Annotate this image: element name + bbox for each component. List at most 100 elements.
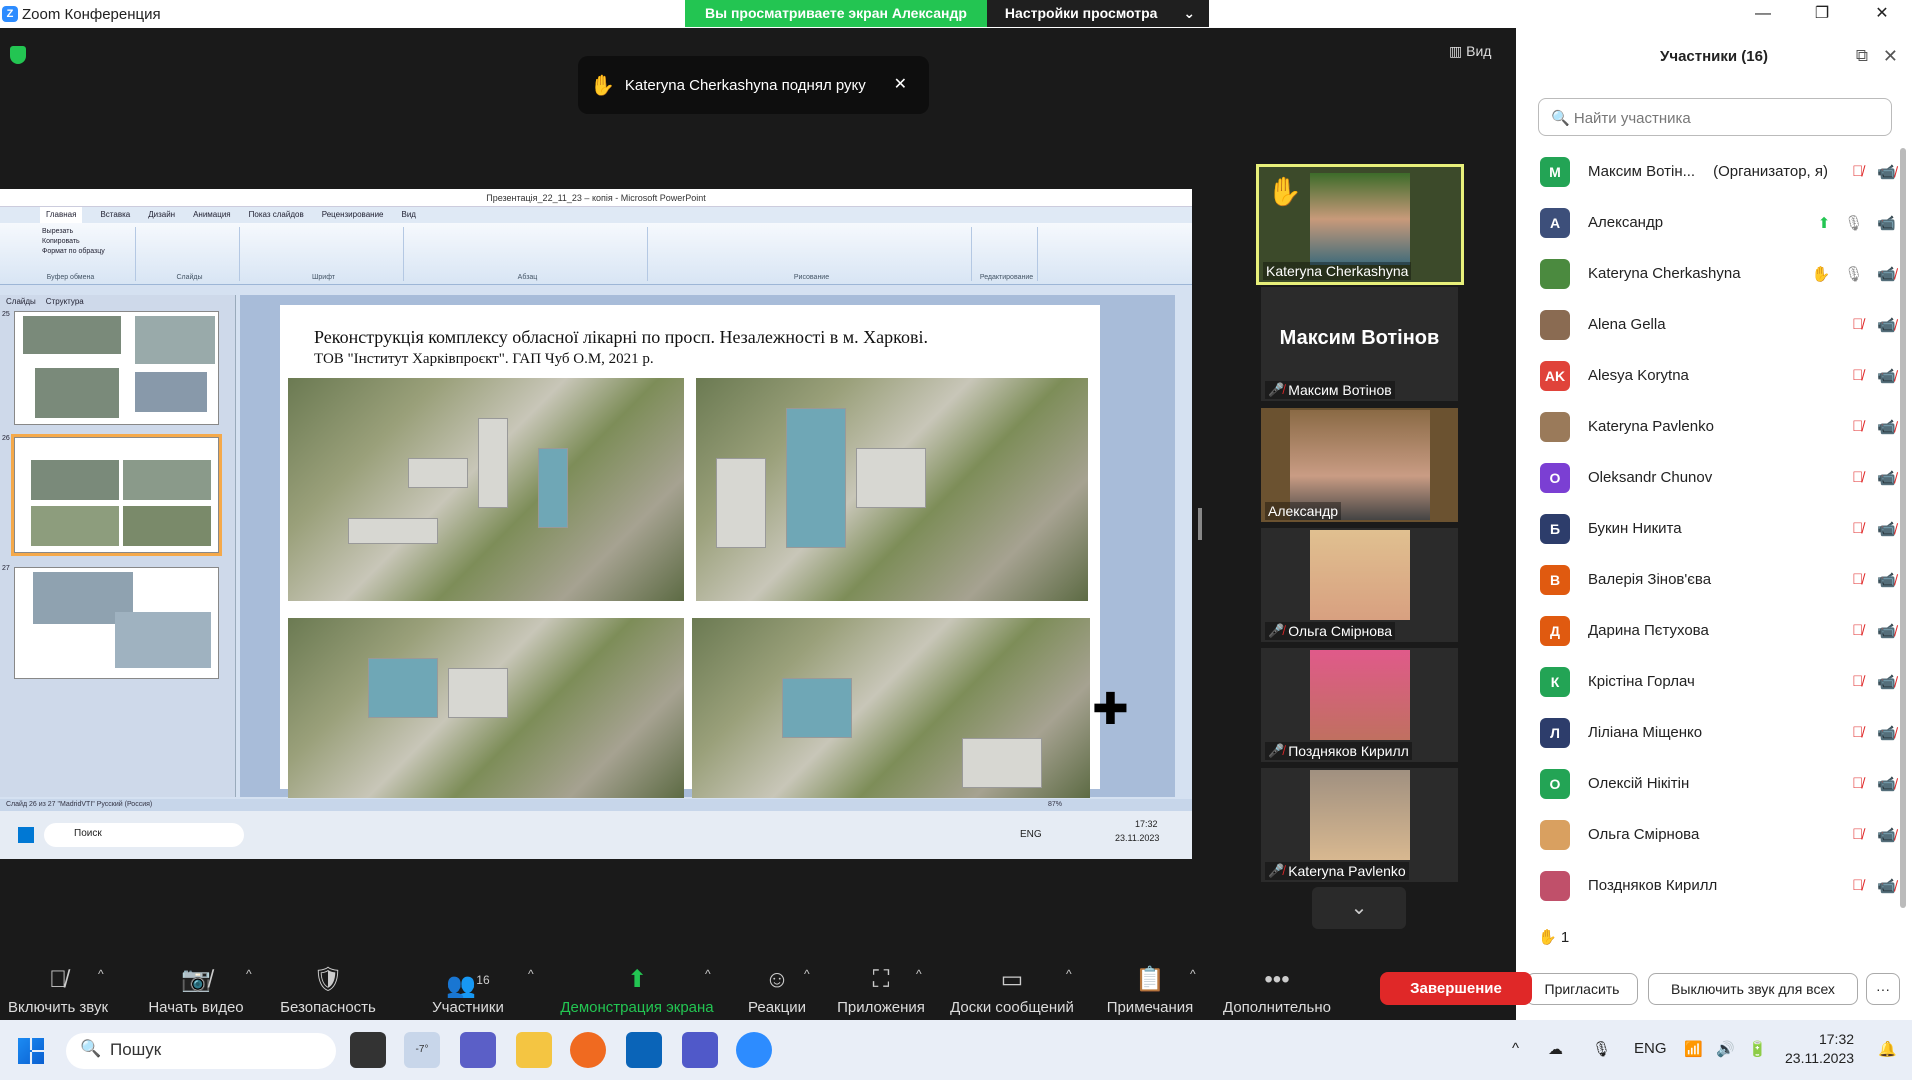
pop-out-icon[interactable]: ⧉: [1856, 46, 1868, 66]
tray-chevron-icon[interactable]: ^: [1512, 1040, 1519, 1057]
participant-row[interactable]: К Крістіна Горлач 🎙̸ 📹̸: [1516, 656, 1896, 707]
more-button[interactable]: ••• Дополнительно: [1218, 965, 1336, 1016]
participant-video: [1310, 173, 1410, 265]
reactions-options-caret[interactable]: ^: [804, 967, 810, 981]
close-panel-icon[interactable]: ✕: [1883, 46, 1898, 67]
participants-button[interactable]: 👥16 Участники: [420, 965, 516, 1016]
participant-row[interactable]: Поздняков Кирилл 🎙̸ 📹̸: [1516, 860, 1896, 911]
maximize-button[interactable]: ❐: [1792, 0, 1852, 28]
slide-thumbnail[interactable]: [14, 567, 219, 679]
pane-tab-slides[interactable]: Слайды: [6, 297, 36, 306]
share-screen-button[interactable]: ⬆ Демонстрация экрана: [556, 965, 718, 1016]
more-options-button[interactable]: ···: [1866, 973, 1900, 1005]
minimize-button[interactable]: —: [1733, 0, 1793, 28]
pane-tab-outline[interactable]: Структура: [46, 297, 84, 306]
weather-icon[interactable]: -7°: [404, 1032, 440, 1068]
video-tile[interactable]: 🎤̸ Поздняков Кирилл: [1261, 648, 1458, 762]
taskbar-search[interactable]: 🔍 Пошук: [66, 1033, 336, 1069]
tray-lang[interactable]: ENG: [1634, 1040, 1667, 1057]
apps-options-caret[interactable]: ^: [916, 967, 922, 981]
participants-options-caret[interactable]: ^: [528, 967, 534, 981]
video-tile[interactable]: 🎤̸ Kateryna Pavlenko: [1261, 768, 1458, 882]
unmute-button[interactable]: 🎙̸ Включить звук: [4, 965, 112, 1016]
video-off-icon: 📹̸: [1877, 469, 1896, 487]
file-explorer-icon[interactable]: [516, 1032, 552, 1068]
participant-row[interactable]: Б Букин Никита 🎙̸ 📹̸: [1516, 503, 1896, 554]
security-button[interactable]: 🛡 Безопасность: [278, 965, 378, 1016]
microphone-icon[interactable]: 🎙: [1592, 1040, 1611, 1058]
raised-hand-icon: ✋: [1538, 929, 1557, 946]
participant-row[interactable]: Kateryna Pavlenko 🎙̸ 📹̸: [1516, 401, 1896, 452]
participant-row[interactable]: М Максим Вотін... (Организатор, я) 🎙̸ 📹̸: [1516, 146, 1896, 197]
video-tile[interactable]: Александр: [1261, 408, 1458, 522]
windows-start-icon[interactable]: [18, 1038, 44, 1064]
slide-thumbnail-selected[interactable]: [11, 434, 222, 556]
slide-thumbnail[interactable]: [14, 311, 219, 425]
share-options-caret[interactable]: ^: [705, 967, 711, 981]
participant-row[interactable]: AK Alesya Korytna 🎙̸ 📹̸: [1516, 350, 1896, 401]
view-button[interactable]: ▥ Вид: [1449, 43, 1491, 60]
zoom-taskbar-icon[interactable]: [736, 1032, 772, 1068]
notes-button[interactable]: 📋 Примечания: [1102, 965, 1198, 1016]
apps-label: Приложения: [837, 999, 925, 1016]
onedrive-icon[interactable]: ☁: [1548, 1040, 1563, 1058]
firefox-icon[interactable]: [570, 1032, 606, 1068]
end-meeting-button[interactable]: Завершение: [1380, 972, 1532, 1005]
ribbon-group-label: Редактирование: [979, 274, 1034, 281]
video-tile[interactable]: Максим Вотінов 🎤̸ Максим Вотінов: [1261, 287, 1458, 401]
wifi-icon[interactable]: 📶: [1684, 1040, 1703, 1058]
participant-list-scrollbar[interactable]: [1900, 148, 1906, 908]
slide-canvas: Реконструкція комплексу обласної лікарні…: [240, 295, 1175, 798]
teams-chat-icon[interactable]: [460, 1032, 496, 1068]
video-off-icon: 📷̸: [181, 966, 211, 993]
audio-options-caret[interactable]: ^: [98, 967, 104, 981]
mute-all-label: Выключить звук для всех: [1671, 981, 1835, 997]
panel-title: Участники (16): [1660, 48, 1768, 65]
participant-photo: [1309, 650, 1410, 740]
notifications-icon[interactable]: 🔔: [1878, 1040, 1897, 1058]
invite-button[interactable]: Пригласить: [1526, 973, 1638, 1005]
video-tile[interactable]: 🎤̸ Ольга Смірнова: [1261, 528, 1458, 642]
participant-row[interactable]: Л Ліліана Міщенко 🎙̸ 📹̸: [1516, 707, 1896, 758]
participant-row[interactable]: Kateryna Cherkashyna ✋ 🎙 📹̸: [1516, 248, 1896, 299]
video-tile[interactable]: ✋ Kateryna Cherkashyna: [1256, 164, 1464, 285]
participant-row[interactable]: Alena Gella 🎙̸ 📹̸: [1516, 299, 1896, 350]
participant-avatar: [1540, 870, 1570, 901]
participant-row[interactable]: Д Дарина Пєтухова 🎙̸ 📹̸: [1516, 605, 1896, 656]
whiteboards-button[interactable]: ▭ Доски сообщений: [944, 965, 1080, 1016]
participant-row[interactable]: О Олексій Нікітін 🎙̸ 📹̸: [1516, 758, 1896, 809]
gallery-scroll-down-button[interactable]: ⌄: [1312, 887, 1406, 929]
participant-row[interactable]: В Валерія Зінов'єва 🎙̸ 📹̸: [1516, 554, 1896, 605]
ppt-zoom-level: 87%: [1048, 801, 1063, 808]
outlook-icon[interactable]: [626, 1032, 662, 1068]
battery-icon[interactable]: 🔋: [1748, 1040, 1767, 1058]
toast-close-icon[interactable]: ✕: [894, 74, 907, 94]
whiteboards-options-caret[interactable]: ^: [1066, 967, 1072, 981]
participant-row[interactable]: Ольга Смірнова 🎙̸ 📹̸: [1516, 809, 1896, 860]
split-handle[interactable]: [1198, 508, 1202, 540]
apps-button[interactable]: ⛶ Приложения: [834, 965, 928, 1016]
teams-icon[interactable]: [682, 1032, 718, 1068]
participant-search-input[interactable]: 🔍 Найти участника: [1538, 98, 1892, 136]
participant-row[interactable]: O Oleksandr Chunov 🎙̸ 📹̸: [1516, 452, 1896, 503]
start-video-button[interactable]: 📷̸ Начать видео: [140, 965, 252, 1016]
thumb-image: [123, 506, 211, 546]
participant-row[interactable]: А Александр ⬆ 🎙 📹: [1516, 197, 1896, 248]
participant-status-icons: 🎙̸ 📹̸: [1852, 877, 1896, 895]
security-shield-icon[interactable]: [10, 46, 26, 64]
raised-hands-count[interactable]: ✋ 1: [1538, 928, 1569, 946]
taskbar-clock[interactable]: 17:32 23.11.2023: [1785, 1030, 1854, 1068]
participant-photo: [1309, 530, 1410, 620]
search-icon: 🔍: [80, 1039, 102, 1058]
notes-options-caret[interactable]: ^: [1190, 967, 1196, 981]
participant-status-icons: 🎙̸ 📹̸: [1852, 367, 1896, 385]
volume-icon[interactable]: 🔊: [1716, 1040, 1735, 1058]
mute-all-button[interactable]: Выключить звук для всех: [1648, 973, 1858, 1005]
participant-photo: [1309, 770, 1410, 860]
video-options-caret[interactable]: ^: [246, 967, 252, 981]
view-options-button[interactable]: Настройки просмотра ⌄: [986, 0, 1210, 27]
sharing-icon: ⬆: [1817, 214, 1831, 232]
close-button[interactable]: ✕: [1852, 0, 1912, 28]
task-view-icon[interactable]: [350, 1032, 386, 1068]
reactions-button[interactable]: ☺ Реакции: [740, 965, 814, 1016]
